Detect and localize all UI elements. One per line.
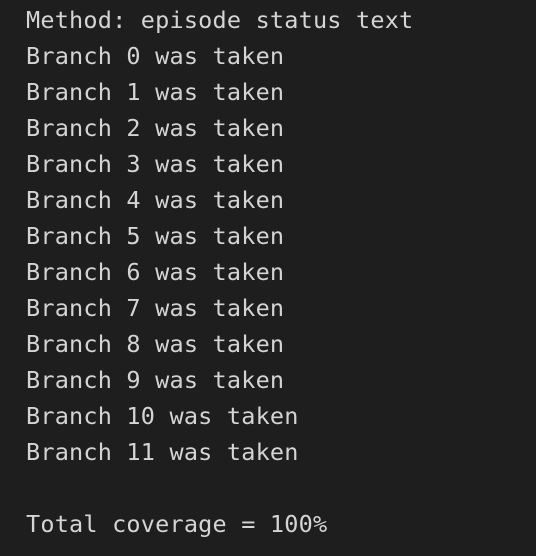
branch-line-3: Branch 3 was taken (26, 150, 285, 178)
branch-line-4: Branch 4 was taken (26, 186, 285, 214)
terminal-output: Method: episode status text Branch 0 was… (0, 0, 536, 556)
branch-line-9: Branch 9 was taken (26, 366, 285, 394)
branch-line-6: Branch 6 was taken (26, 258, 285, 286)
branch-line-7: Branch 7 was taken (26, 294, 285, 322)
branch-line-5: Branch 5 was taken (26, 222, 285, 250)
branch-line-8: Branch 8 was taken (26, 330, 285, 358)
branch-line-1: Branch 1 was taken (26, 78, 285, 106)
method-line: Method: episode status text (26, 6, 414, 34)
branch-line-11: Branch 11 was taken (26, 438, 299, 466)
branch-line-10: Branch 10 was taken (26, 402, 299, 430)
branch-line-2: Branch 2 was taken (26, 114, 285, 142)
branch-line-0: Branch 0 was taken (26, 42, 285, 70)
total-coverage-line: Total coverage = 100% (26, 510, 328, 538)
